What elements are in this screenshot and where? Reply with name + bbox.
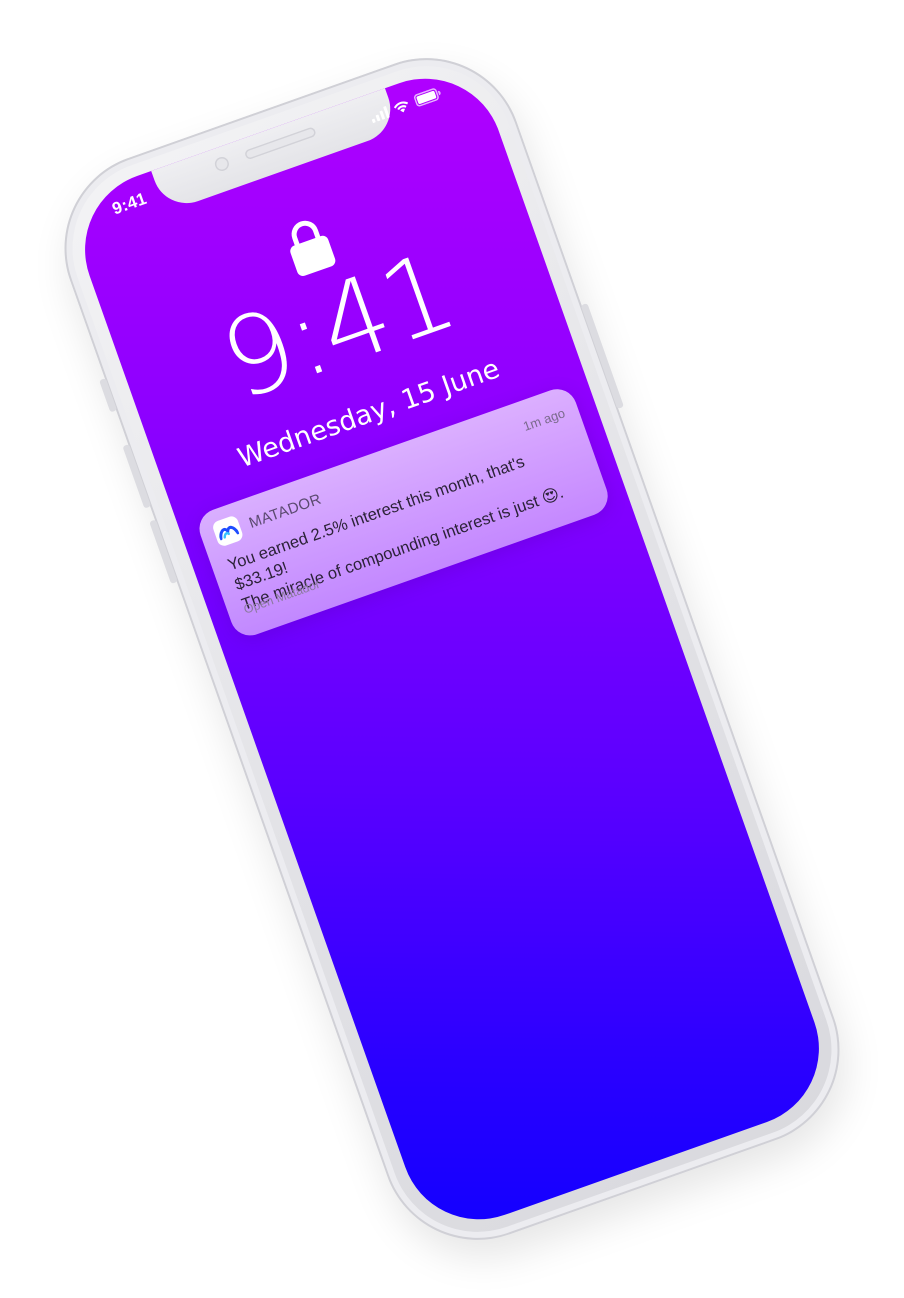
mockup-stage: 9:41 9:41 Wednesday, 15 June MATADOR 1m … bbox=[0, 0, 904, 1298]
front-camera bbox=[212, 155, 231, 173]
volume-up-button bbox=[122, 444, 152, 509]
battery-icon bbox=[413, 86, 444, 112]
lock-screen: 9:41 9:41 Wednesday, 15 June MATADOR 1m … bbox=[63, 57, 841, 1241]
wifi-icon bbox=[391, 97, 413, 120]
notification-timestamp: 1m ago bbox=[520, 404, 567, 434]
mute-switch bbox=[99, 378, 118, 413]
matador-logo-icon bbox=[211, 514, 245, 548]
volume-down-button bbox=[149, 519, 178, 585]
status-bar-time: 9:41 bbox=[109, 188, 150, 219]
notch bbox=[150, 86, 400, 213]
earpiece-speaker bbox=[243, 126, 317, 161]
phone-frame: 9:41 9:41 Wednesday, 15 June MATADOR 1m … bbox=[37, 31, 867, 1267]
matador-notification[interactable]: MATADOR 1m ago You earned 2.5% interest … bbox=[193, 383, 614, 641]
